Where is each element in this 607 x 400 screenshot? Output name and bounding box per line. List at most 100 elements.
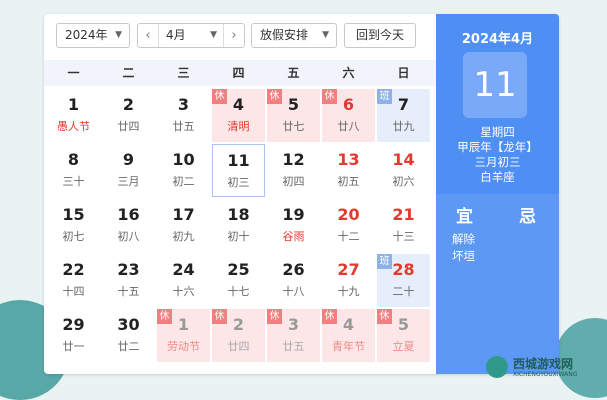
day-lunar-label: 廿九 xyxy=(392,120,415,133)
day-number: 30 xyxy=(117,315,140,334)
day-cell[interactable]: 休 1 劳动节 xyxy=(157,309,210,362)
day-cell[interactable]: 30 廿二 xyxy=(102,309,155,362)
ganzhi-year: 甲辰年【龙年】 xyxy=(457,140,538,154)
day-lunar-label: 初九 xyxy=(172,230,195,243)
watermark: 西城游戏网 XICHENGYOUXIWANG xyxy=(486,354,596,380)
day-cell[interactable]: 11 初三 xyxy=(212,144,265,197)
weekday-label: 六 xyxy=(342,66,355,80)
day-number: 11 xyxy=(227,151,250,170)
day-cell[interactable]: 休 2 廿四 xyxy=(212,309,265,362)
prev-month-button[interactable]: ‹ xyxy=(138,24,159,47)
day-cell[interactable]: 10 初二 xyxy=(157,144,210,197)
day-number: 26 xyxy=(282,260,305,279)
day-lunar-label: 立夏 xyxy=(392,340,415,353)
calendar-toolbar: 2024年 ▼ ‹ 4月 ▼ › 放假安排 ▼ 回到今天 xyxy=(44,14,436,60)
watermark-name: 西城游戏网 xyxy=(513,357,574,371)
day-cell[interactable]: 20 十二 xyxy=(322,199,375,252)
day-cell[interactable]: 休 5 立夏 xyxy=(377,309,430,362)
day-cell[interactable]: 27 十九 xyxy=(322,254,375,307)
day-lunar-label: 初二 xyxy=(172,175,195,188)
day-number: 14 xyxy=(392,150,415,169)
day-cell[interactable]: 休 4 清明 xyxy=(212,89,265,142)
day-lunar-label: 初十 xyxy=(227,230,250,243)
day-number: 29 xyxy=(62,315,85,334)
day-lunar-label: 廿二 xyxy=(117,340,140,353)
day-lunar-label: 三十 xyxy=(62,175,85,188)
day-lunar-label: 十八 xyxy=(282,285,305,298)
today-button[interactable]: 回到今天 xyxy=(344,23,416,48)
day-cell[interactable]: 1 愚人节 xyxy=(47,89,100,142)
day-cell[interactable]: 休 5 廿七 xyxy=(267,89,320,142)
day-cell[interactable]: 2 廿四 xyxy=(102,89,155,142)
day-lunar-label: 初七 xyxy=(62,230,85,243)
day-lunar-label: 廿一 xyxy=(62,340,85,353)
day-lunar-label: 谷雨 xyxy=(282,230,305,243)
weekday-label: 二 xyxy=(122,66,135,80)
month-select-value[interactable]: 4月 xyxy=(166,24,186,47)
day-number: 17 xyxy=(172,205,195,224)
yi-item: 坏垣 xyxy=(452,249,475,263)
day-cell[interactable]: 班 7 廿九 xyxy=(377,89,430,142)
yi-label: 宜 xyxy=(456,207,473,227)
watermark-logo-icon xyxy=(486,356,508,378)
day-number: 13 xyxy=(337,150,360,169)
day-cell[interactable]: 9 三月 xyxy=(102,144,155,197)
weekday-label: 日 xyxy=(397,66,410,80)
day-number: 3 xyxy=(287,315,300,334)
calendar-grid: 1 愚人节 2 廿四 3 廿五休 4 清明休 5 廿七休 6 廿八班 7 廿九 8 三十 9 三月 10 初二 11 初三… xyxy=(44,86,436,374)
yi-list: 解除 坏垣 xyxy=(452,231,475,265)
next-month-button[interactable]: › xyxy=(223,24,244,47)
day-lunar-label: 初八 xyxy=(117,230,140,243)
day-cell[interactable]: 12 初四 xyxy=(267,144,320,197)
day-number: 6 xyxy=(342,95,355,114)
day-lunar-label: 青年节 xyxy=(332,340,365,353)
day-lunar-label: 清明 xyxy=(227,120,250,133)
day-detail-panel: 2024年4月 11 星期四 甲辰年【龙年】 三月初三 白羊座 宜 忌 解除 坏… xyxy=(436,14,559,374)
day-lunar-label: 十七 xyxy=(227,285,250,298)
weekday-label: 一 xyxy=(67,66,80,80)
chevron-left-icon: ‹ xyxy=(145,28,151,43)
day-cell[interactable]: 3 廿五 xyxy=(157,89,210,142)
day-cell[interactable]: 班 28 二十 xyxy=(377,254,430,307)
calendar-widget: 2024年 ▼ ‹ 4月 ▼ › 放假安排 ▼ 回到今天 一 二 三 四 五 六 日 1 愚人… xyxy=(44,14,559,374)
day-cell[interactable]: 8 三十 xyxy=(47,144,100,197)
weekday-header: 一二三四五六日 xyxy=(44,60,436,86)
day-cell[interactable]: 25 十七 xyxy=(212,254,265,307)
day-lunar-label: 初三 xyxy=(227,176,250,189)
day-cell[interactable]: 14 初六 xyxy=(377,144,430,197)
lunar-date: 三月初三 xyxy=(474,155,521,169)
year-select-value: 2024年 xyxy=(65,28,108,42)
day-cell[interactable]: 19 谷雨 xyxy=(267,199,320,252)
day-number: 2 xyxy=(122,95,135,114)
day-cell[interactable]: 13 初五 xyxy=(322,144,375,197)
day-cell[interactable]: 休 6 廿八 xyxy=(322,89,375,142)
day-lunar-label: 廿四 xyxy=(227,340,250,353)
day-cell[interactable]: 24 十六 xyxy=(157,254,210,307)
day-cell[interactable]: 18 初十 xyxy=(212,199,265,252)
day-cell[interactable]: 22 十四 xyxy=(47,254,100,307)
day-lunar-label: 十三 xyxy=(392,230,415,243)
day-lunar-label: 初六 xyxy=(392,175,415,188)
holiday-select[interactable]: 放假安排 ▼ xyxy=(251,23,337,48)
day-number: 22 xyxy=(62,260,85,279)
day-lunar-label: 二十 xyxy=(392,285,415,298)
year-select[interactable]: 2024年 ▼ xyxy=(56,23,130,48)
day-number: 7 xyxy=(397,95,410,114)
day-cell[interactable]: 29 廿一 xyxy=(47,309,100,362)
day-cell[interactable]: 23 十五 xyxy=(102,254,155,307)
day-cell[interactable]: 26 十八 xyxy=(267,254,320,307)
day-lunar-label: 十九 xyxy=(337,285,360,298)
day-cell[interactable]: 16 初八 xyxy=(102,199,155,252)
day-cell[interactable]: 17 初九 xyxy=(157,199,210,252)
day-cell[interactable]: 15 初七 xyxy=(47,199,100,252)
day-cell[interactable]: 休 3 廿五 xyxy=(267,309,320,362)
weekday-label: 三 xyxy=(177,66,190,80)
day-cell[interactable]: 21 十三 xyxy=(377,199,430,252)
day-lunar-label: 廿五 xyxy=(172,120,195,133)
day-lunar-label: 劳动节 xyxy=(167,340,200,353)
day-number: 1 xyxy=(67,95,80,114)
day-number: 5 xyxy=(397,315,410,334)
day-cell[interactable]: 休 4 青年节 xyxy=(322,309,375,362)
day-number: 25 xyxy=(227,260,250,279)
day-number: 1 xyxy=(177,315,190,334)
